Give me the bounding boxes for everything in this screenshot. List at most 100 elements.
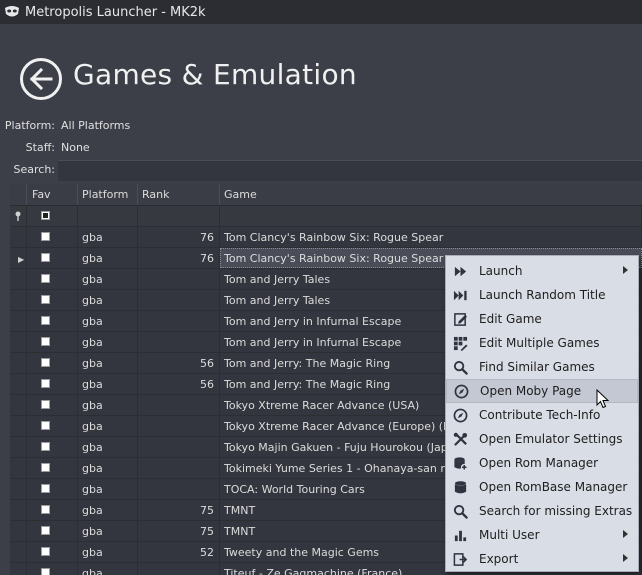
platform-cell: gba	[78, 353, 138, 373]
rank-cell	[138, 416, 220, 436]
fav-cell[interactable]	[27, 290, 78, 310]
fav-checkbox[interactable]	[41, 442, 50, 451]
compass-icon	[452, 382, 470, 400]
menu-item-find-similar-games[interactable]: Find Similar Games	[446, 355, 638, 379]
filter-row-indicator	[10, 206, 27, 226]
fav-checkbox[interactable]	[41, 526, 50, 535]
fav-checkbox[interactable]	[41, 379, 50, 388]
fav-checkbox[interactable]	[41, 484, 50, 493]
menu-item-launch-random-title[interactable]: Launch Random Title	[446, 283, 638, 307]
fav-cell[interactable]	[27, 311, 78, 331]
fav-cell[interactable]	[27, 542, 78, 562]
fav-cell[interactable]	[27, 248, 78, 268]
platform-cell: gba	[78, 521, 138, 541]
menu-item-label: Open Moby Page	[480, 384, 582, 398]
fav-checkbox[interactable]	[41, 421, 50, 430]
menu-item-label: Search for missing Extras	[479, 504, 633, 518]
fav-cell[interactable]	[27, 374, 78, 394]
fav-checkbox[interactable]	[41, 547, 50, 556]
rank-cell: 56	[138, 353, 220, 373]
fav-cell[interactable]	[27, 416, 78, 436]
fav-cell[interactable]	[27, 458, 78, 478]
menu-item-label: Multi User	[479, 528, 540, 542]
menu-item-label: Open RomBase Manager	[479, 480, 628, 494]
column-header-fav[interactable]: Fav	[27, 184, 78, 205]
platform-cell: gba	[78, 374, 138, 394]
rank-cell	[138, 479, 220, 499]
row-indicator	[10, 416, 27, 436]
menu-item-export[interactable]: Export	[446, 547, 638, 571]
fav-cell[interactable]	[27, 395, 78, 415]
column-header-game[interactable]: Game	[220, 184, 642, 205]
menu-item-label: Contribute Tech-Info	[479, 408, 601, 422]
fav-cell[interactable]	[27, 332, 78, 352]
fav-checkbox[interactable]	[41, 316, 50, 325]
table-row[interactable]: gba 76 Tom Clancy's Rainbow Six: Rogue Spe…	[10, 227, 642, 248]
menu-item-edit-game[interactable]: Edit Game	[446, 307, 638, 331]
fav-cell[interactable]	[27, 269, 78, 289]
fav-filter-checkbox[interactable]	[41, 211, 50, 220]
back-button[interactable]	[20, 58, 62, 100]
menu-item-search-for-missing-extras[interactable]: Search for missing Extras	[446, 499, 638, 523]
fav-checkbox[interactable]	[41, 463, 50, 472]
platform-cell: gba	[78, 395, 138, 415]
platform-filter-cell[interactable]	[78, 206, 138, 226]
filter-panel: Platform: All Platforms Staff: None Sear…	[0, 116, 642, 182]
fav-cell[interactable]	[27, 563, 78, 575]
menu-item-label: Edit Multiple Games	[479, 336, 600, 350]
row-indicator	[10, 269, 27, 289]
rank-cell	[138, 290, 220, 310]
skip-forward-icon	[451, 286, 469, 304]
fav-checkbox[interactable]	[41, 232, 50, 241]
export-icon	[451, 550, 469, 568]
menu-item-open-rom-manager[interactable]: Open Rom Manager	[446, 451, 638, 475]
rank-cell: 56	[138, 374, 220, 394]
fav-cell[interactable]	[27, 353, 78, 373]
title-bar: Metropolis Launcher - MK2k	[0, 0, 642, 24]
column-header-rank[interactable]: Rank	[138, 184, 220, 205]
fav-cell[interactable]	[27, 500, 78, 520]
rank-cell	[138, 437, 220, 457]
staff-select[interactable]: None	[58, 138, 642, 159]
platform-cell: gba	[78, 332, 138, 352]
menu-item-multi-user[interactable]: Multi User	[446, 523, 638, 547]
database-icon	[451, 478, 469, 496]
column-header-platform[interactable]: Platform	[78, 184, 138, 205]
menu-item-open-emulator-settings[interactable]: Open Emulator Settings	[446, 427, 638, 451]
fav-cell[interactable]	[27, 479, 78, 499]
fav-checkbox[interactable]	[41, 274, 50, 283]
row-indicator	[10, 521, 27, 541]
fav-filter-checkbox-cell[interactable]	[27, 206, 78, 226]
search-input[interactable]	[58, 160, 642, 181]
menu-item-launch[interactable]: Launch	[446, 259, 638, 283]
fav-checkbox[interactable]	[41, 505, 50, 514]
platform-filter: Platform: All Platforms	[0, 116, 642, 138]
menu-item-open-rombase-manager[interactable]: Open RomBase Manager	[446, 475, 638, 499]
platform-select[interactable]: All Platforms	[58, 116, 642, 137]
fav-checkbox[interactable]	[41, 358, 50, 367]
menu-item-label: Edit Game	[479, 312, 542, 326]
fav-checkbox[interactable]	[41, 337, 50, 346]
fav-cell[interactable]	[27, 227, 78, 247]
platform-cell: gba	[78, 311, 138, 331]
rank-cell: 52	[138, 542, 220, 562]
menu-item-edit-multiple-games[interactable]: Edit Multiple Games	[446, 331, 638, 355]
fav-cell[interactable]	[27, 437, 78, 457]
fav-checkbox[interactable]	[41, 253, 50, 262]
fav-checkbox[interactable]	[41, 568, 50, 575]
row-indicator	[10, 437, 27, 457]
fav-checkbox[interactable]	[41, 400, 50, 409]
platform-cell: gba	[78, 437, 138, 457]
platform-cell: gba	[78, 542, 138, 562]
rank-filter-cell[interactable]	[138, 206, 220, 226]
search-label: Search:	[13, 163, 56, 176]
app-mask-icon	[5, 6, 19, 17]
submenu-arrow-icon	[623, 554, 628, 562]
window-title: Metropolis Launcher - MK2k	[25, 4, 206, 20]
row-indicator	[10, 500, 27, 520]
menu-item-label: Open Emulator Settings	[479, 432, 623, 446]
fav-checkbox[interactable]	[41, 295, 50, 304]
platform-cell: gba	[78, 227, 138, 247]
game-filter-cell[interactable]	[220, 206, 642, 226]
fav-cell[interactable]	[27, 521, 78, 541]
